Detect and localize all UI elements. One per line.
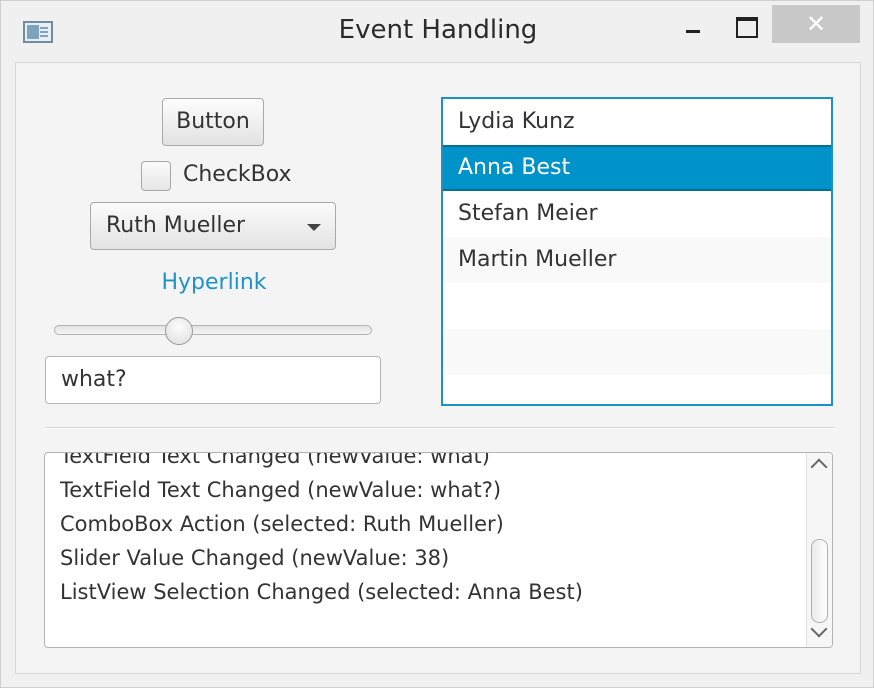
list-item[interactable]: Anna Best xyxy=(443,145,831,191)
checkbox-label[interactable]: CheckBox xyxy=(183,159,292,191)
list-item[interactable]: Martin Mueller xyxy=(443,237,831,283)
maximize-button[interactable] xyxy=(727,9,765,41)
scrollbar-thumb[interactable] xyxy=(811,539,828,623)
close-icon: ✕ xyxy=(805,10,827,38)
log-line: ListView Selection Changed (selected: An… xyxy=(60,580,583,604)
push-button[interactable]: Button xyxy=(162,98,264,146)
slider-thumb[interactable] xyxy=(165,317,194,345)
close-button[interactable]: ✕ xyxy=(772,5,860,43)
text-field[interactable]: what? xyxy=(45,356,381,404)
log-line: Slider Value Changed (newValue: 38) xyxy=(60,546,450,570)
chevron-down-icon[interactable] xyxy=(307,224,321,231)
list-item[interactable]: Stefan Meier xyxy=(443,191,831,237)
minimize-button[interactable] xyxy=(674,9,712,41)
hyperlink[interactable]: Hyperlink xyxy=(1,270,427,295)
combobox-value: Ruth Mueller xyxy=(106,213,246,238)
list-item[interactable]: Lydia Kunz xyxy=(443,99,831,145)
slider-track[interactable] xyxy=(54,325,372,335)
separator xyxy=(45,427,835,429)
log-scrollbar[interactable] xyxy=(806,453,832,647)
list-empty-row xyxy=(443,375,831,404)
checkbox[interactable] xyxy=(141,161,171,191)
log-line: ComboBox Action (selected: Ruth Mueller) xyxy=(60,512,504,536)
chevron-down-icon[interactable] xyxy=(810,620,828,638)
title-bar[interactable]: Event Handling ✕ xyxy=(1,1,873,63)
list-empty-row xyxy=(443,329,831,375)
log-line: TextField Text Changed (newValue: what) xyxy=(60,452,490,468)
name-combobox[interactable]: Ruth Mueller xyxy=(90,202,336,250)
list-empty-row xyxy=(443,283,831,329)
chevron-up-icon[interactable] xyxy=(810,458,828,476)
event-log-lines: TextField Text Changed (newValue: what) T… xyxy=(60,452,800,609)
app-window: Event Handling ✕ Button CheckBox Ruth Mu… xyxy=(0,0,874,688)
event-log-textarea[interactable]: TextField Text Changed (newValue: what) T… xyxy=(44,452,833,648)
name-listview[interactable]: Lydia Kunz Anna Best Stefan Meier Martin Mu… xyxy=(441,97,833,406)
log-line: TextField Text Changed (newValue: what?) xyxy=(60,478,502,502)
